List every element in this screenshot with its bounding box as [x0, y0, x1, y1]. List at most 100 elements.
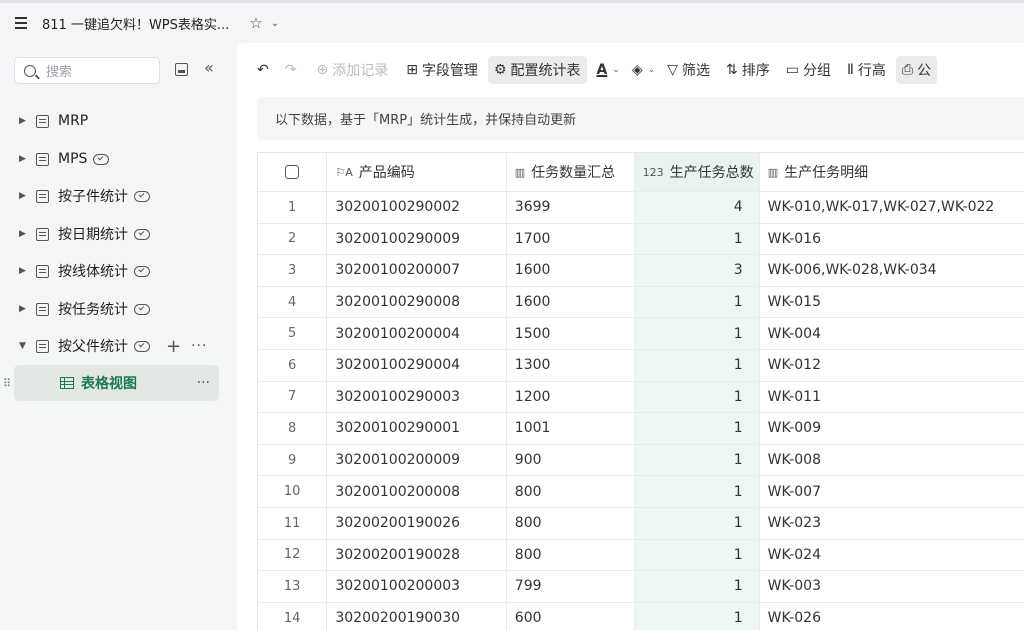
add-view-icon[interactable]: +: [166, 336, 181, 357]
table-row[interactable]: 3 30200100200007 1600 3 WK-006,WK-028,WK-034: [258, 255, 1024, 287]
table-row[interactable]: 9 30200100200009 900 1 WK-008: [258, 444, 1024, 477]
task-count-cell[interactable]: 1: [634, 349, 760, 381]
product-code-cell[interactable]: 30200100290001: [327, 413, 507, 444]
hamburger-icon[interactable]: [15, 17, 31, 29]
select-all-cell[interactable]: [258, 153, 328, 191]
product-code-cell[interactable]: 30200100200004: [327, 318, 507, 349]
font-color-button[interactable]: A ⌄: [591, 56, 626, 84]
quantity-sum-cell[interactable]: 3699: [507, 192, 635, 223]
quantity-sum-cell[interactable]: 1600: [507, 286, 635, 318]
caret-right-icon[interactable]: ▶: [19, 304, 27, 314]
quantity-sum-cell[interactable]: 1600: [507, 255, 635, 286]
table-row[interactable]: 8 30200100290001 1001 1 WK-009: [258, 413, 1024, 445]
task-detail-cell[interactable]: WK-010,WK-017,WK-027,WK-022: [760, 192, 1024, 223]
task-detail-cell[interactable]: WK-015: [760, 287, 1024, 318]
quantity-sum-cell[interactable]: 1500: [507, 318, 635, 349]
caret-right-icon[interactable]: ▶: [19, 191, 27, 201]
more-icon[interactable]: ···: [197, 375, 210, 391]
document-title[interactable]: 811 一键追欠料！WPS表格实...: [42, 14, 229, 33]
filter-button[interactable]: ▽ 筛选: [661, 56, 716, 84]
product-code-cell[interactable]: 30200100290003: [327, 381, 507, 413]
column-header-task-detail[interactable]: ▥ 生产任务明细: [760, 153, 1024, 191]
task-detail-cell[interactable]: WK-007: [760, 476, 1024, 507]
caret-down-icon[interactable]: ▼: [19, 341, 27, 351]
table-row[interactable]: 6 30200100290004 1300 1 WK-012: [258, 349, 1024, 382]
sidebar-view-table[interactable]: ⠿ 表格视图 ···: [3, 365, 219, 401]
collapse-sidebar-icon[interactable]: «: [204, 58, 214, 77]
quantity-sum-cell[interactable]: 600: [507, 602, 635, 630]
product-code-cell[interactable]: 30200100290008: [327, 286, 507, 318]
product-code-cell[interactable]: 30200200190030: [327, 602, 507, 630]
product-code-cell[interactable]: 30200100290002: [327, 192, 507, 223]
sidebar-item-task-stats[interactable]: ▶ 按任务统计: [0, 292, 222, 326]
quantity-sum-cell[interactable]: 1001: [507, 413, 635, 444]
task-detail-cell[interactable]: WK-006,WK-028,WK-034: [760, 255, 1024, 286]
task-count-cell[interactable]: 4: [634, 192, 760, 223]
star-icon[interactable]: ☆: [249, 14, 262, 32]
table-row[interactable]: 12 30200200190028 800 1 WK-024: [258, 539, 1024, 572]
table-row[interactable]: 10 30200100200008 800 1 WK-007: [258, 476, 1024, 508]
product-code-cell[interactable]: 30200200190028: [327, 539, 507, 571]
add-record-button[interactable]: ⊕ 添加记录: [310, 56, 394, 84]
panel-toggle-icon[interactable]: [175, 63, 188, 76]
task-count-cell[interactable]: 3: [634, 255, 760, 286]
drag-handle-icon[interactable]: ⠿: [3, 377, 11, 390]
sidebar-item-line-stats[interactable]: ▶ 按线体统计: [0, 254, 222, 288]
caret-right-icon[interactable]: ▶: [19, 229, 27, 239]
task-detail-cell[interactable]: WK-004: [760, 318, 1024, 349]
column-header-task-count[interactable]: 123 生产任务总数: [634, 153, 760, 191]
row-height-button[interactable]: Ⅱ 行高: [841, 56, 892, 84]
field-manage-button[interactable]: ⊞ 字段管理: [400, 56, 484, 84]
task-detail-cell[interactable]: WK-024: [760, 540, 1024, 571]
product-code-cell[interactable]: 30200100200007: [327, 255, 507, 286]
quantity-sum-cell[interactable]: 800: [507, 476, 635, 507]
table-row[interactable]: 14 30200200190030 600 1 WK-026: [258, 602, 1024, 630]
product-code-cell[interactable]: 30200100200009: [327, 444, 507, 476]
product-code-cell[interactable]: 30200100200003: [327, 571, 507, 602]
task-detail-cell[interactable]: WK-026: [760, 603, 1024, 630]
column-header-quantity-sum[interactable]: ▥ 任务数量汇总: [507, 153, 635, 191]
share-button[interactable]: ⎙ 公: [895, 56, 938, 84]
table-row[interactable]: 13 30200100200003 799 1 WK-003: [258, 571, 1024, 603]
sidebar-item-parent-stats[interactable]: ▼ 按父件统计 + ···: [0, 329, 222, 363]
task-count-cell[interactable]: 1: [634, 286, 760, 318]
chevron-down-icon[interactable]: ⌄: [271, 18, 279, 29]
task-count-cell[interactable]: 1: [634, 318, 760, 349]
quantity-sum-cell[interactable]: 800: [507, 539, 635, 571]
task-detail-cell[interactable]: WK-009: [760, 413, 1024, 444]
task-count-cell[interactable]: 1: [634, 223, 760, 255]
task-detail-cell[interactable]: WK-023: [760, 508, 1024, 539]
task-count-cell[interactable]: 1: [634, 602, 760, 630]
more-icon[interactable]: ···: [191, 338, 207, 354]
sort-button[interactable]: ⇅ 排序: [720, 56, 776, 84]
task-count-cell[interactable]: 1: [634, 571, 760, 602]
table-row[interactable]: 4 30200100290008 1600 1 WK-015: [258, 286, 1024, 319]
task-detail-cell[interactable]: WK-011: [760, 382, 1024, 413]
task-count-cell[interactable]: 1: [634, 507, 760, 539]
task-count-cell[interactable]: 1: [634, 444, 760, 476]
quantity-sum-cell[interactable]: 1700: [507, 223, 635, 255]
sidebar-item-mps[interactable]: ▶ MPS: [0, 142, 222, 176]
quantity-sum-cell[interactable]: 799: [507, 571, 635, 602]
undo-button[interactable]: ↶: [251, 56, 279, 84]
column-header-product-code[interactable]: ⚐A 产品编码: [327, 153, 507, 191]
table-row[interactable]: 2 30200100290009 1700 1 WK-016: [258, 223, 1024, 256]
redo-button[interactable]: ↷: [279, 56, 307, 84]
caret-right-icon[interactable]: ▶: [19, 116, 27, 126]
task-count-cell[interactable]: 1: [634, 413, 760, 444]
sidebar-item-date-stats[interactable]: ▶ 按日期统计: [0, 217, 222, 251]
task-detail-cell[interactable]: WK-008: [760, 445, 1024, 476]
quantity-sum-cell[interactable]: 800: [507, 507, 635, 539]
table-row[interactable]: 11 30200200190026 800 1 WK-023: [258, 507, 1024, 540]
task-detail-cell[interactable]: WK-016: [760, 224, 1024, 255]
product-code-cell[interactable]: 30200100200008: [327, 476, 507, 507]
caret-right-icon[interactable]: ▶: [19, 266, 27, 276]
quantity-sum-cell[interactable]: 900: [507, 444, 635, 476]
task-count-cell[interactable]: 1: [634, 381, 760, 413]
select-all-checkbox[interactable]: [285, 165, 300, 179]
task-count-cell[interactable]: 1: [634, 539, 760, 571]
task-count-cell[interactable]: 1: [634, 476, 760, 507]
sidebar-item-child-stats[interactable]: ▶ 按子件统计: [0, 179, 222, 213]
table-row[interactable]: 7 30200100290003 1200 1 WK-011: [258, 381, 1024, 414]
product-code-cell[interactable]: 30200200190026: [327, 507, 507, 539]
